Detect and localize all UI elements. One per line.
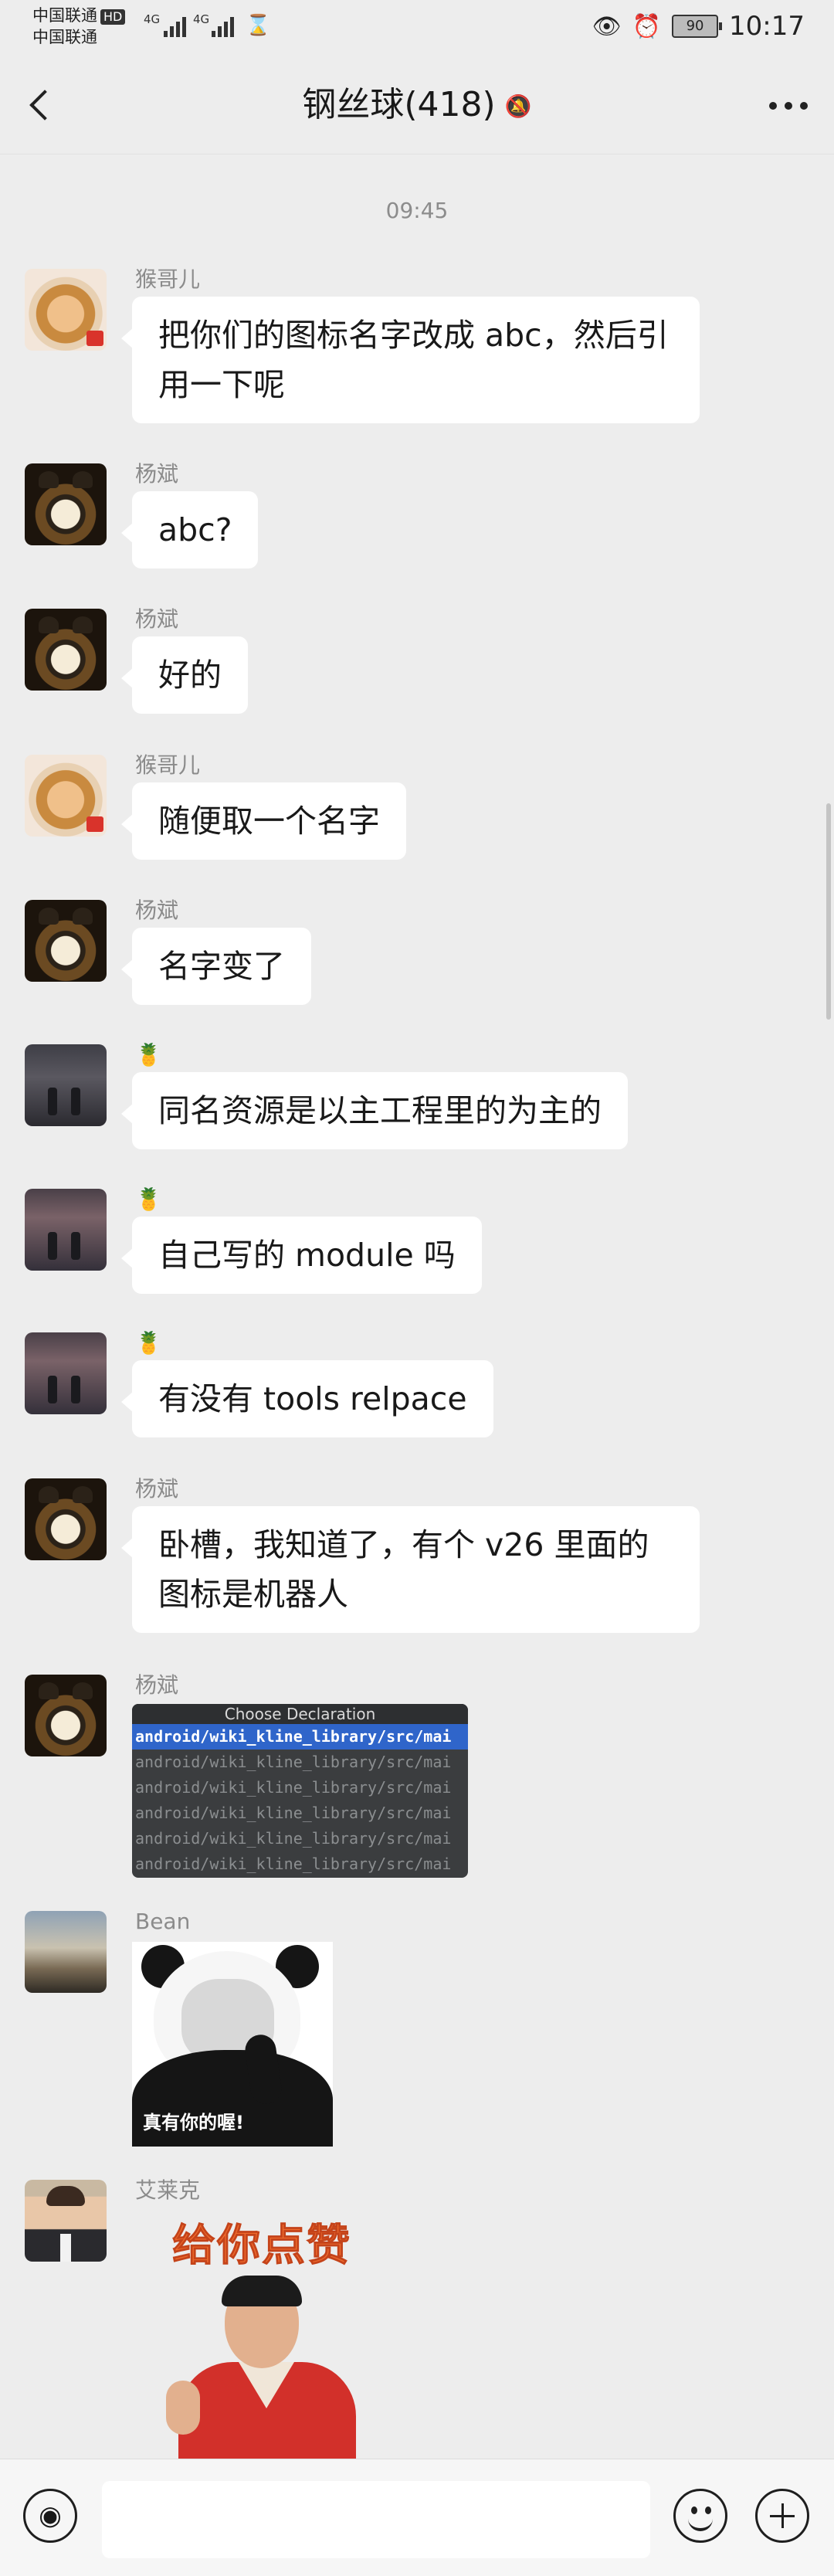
avatar[interactable]: [25, 269, 107, 351]
message-bubble[interactable]: 把你们的图标名字改成 abc，然后引用一下呢: [121, 297, 700, 423]
avatar[interactable]: [25, 1478, 107, 1560]
sender-name: 艾莱克: [135, 2177, 201, 2203]
sticker-caption: 真有你的喔!: [143, 2112, 244, 2133]
sender-name: 杨斌: [135, 606, 179, 632]
voice-icon[interactable]: ◉: [23, 2489, 77, 2543]
message-input[interactable]: [102, 2481, 650, 2558]
message-bubble[interactable]: 卧槽，我知道了，有个 v26 里面的图标是机器人: [121, 1506, 700, 1633]
alarm-icon: ⏰: [632, 12, 662, 40]
carrier-info: 中国联通 HD 中国联通: [32, 5, 126, 48]
signal-strength-icon: [164, 14, 192, 37]
carrier-name-2: 中国联通: [32, 28, 97, 46]
sender-name: 猴哥儿: [135, 266, 201, 292]
avatar[interactable]: [25, 1675, 107, 1756]
message-bubble[interactable]: abc?: [120, 491, 259, 568]
sticker-message[interactable]: 真有你的喔!: [132, 1942, 333, 2147]
message-bubble[interactable]: 随便取一个名字: [121, 782, 406, 860]
image-code-line: android/wiki_kline_library/src/mai: [135, 1829, 452, 1848]
sticker-caption: 给你点赞: [172, 2221, 351, 2272]
sender-name: 🍍: [135, 1330, 162, 1356]
image-title: Choose Declaration: [132, 1704, 468, 1724]
avatar[interactable]: [25, 1189, 107, 1271]
chat-header: 钢丝球(418) 🔕: [0, 57, 834, 154]
scrollbar[interactable]: [826, 803, 831, 1020]
message-bubble[interactable]: 自己写的 module 吗: [121, 1217, 482, 1294]
signal-strength-icon-2: [212, 14, 239, 37]
sender-name: 猴哥儿: [135, 752, 201, 778]
avatar[interactable]: [25, 2180, 107, 2262]
hourglass-icon: ⌛: [246, 14, 271, 37]
group-name: 钢丝球(418): [302, 85, 496, 124]
battery-indicator: 90: [672, 15, 723, 38]
avatar[interactable]: [25, 755, 107, 837]
sender-name: 杨斌: [135, 898, 179, 923]
more-horizontal-icon[interactable]: [769, 102, 808, 110]
image-code-line: android/wiki_kline_library/src/mai: [135, 1804, 452, 1822]
avatar[interactable]: [25, 1044, 107, 1126]
image-code-line: android/wiki_kline_library/src/mai: [135, 1855, 452, 1873]
sender-name: Bean: [135, 1909, 191, 1934]
image-code-line: android/wiki_kline_library/src/mai: [132, 1724, 468, 1750]
image-code-line: android/wiki_kline_library/src/mai: [135, 1778, 452, 1797]
eye-icon: 👁: [592, 12, 622, 40]
avatar[interactable]: [25, 1332, 107, 1414]
message-bubble[interactable]: 名字变了: [121, 928, 311, 1005]
avatar[interactable]: [25, 463, 107, 545]
sender-name: 🍍: [135, 1186, 162, 1212]
emoji-icon[interactable]: [673, 2489, 727, 2543]
avatar[interactable]: [25, 1911, 107, 1993]
status-bar: 中国联通 HD 中国联通 4G 4G ⌛ 👁 ⏰ 90 10:17: [0, 0, 834, 57]
thumbs-up-icon: [166, 2381, 200, 2435]
message-bubble[interactable]: 好的: [121, 636, 248, 714]
network-type-2: 4G: [193, 12, 210, 26]
plus-icon[interactable]: [755, 2489, 809, 2543]
network-type-1: 4G: [144, 12, 161, 26]
clock-time: 10:17: [729, 11, 805, 42]
chat-title: 钢丝球(418) 🔕: [0, 83, 834, 128]
avatar[interactable]: [25, 609, 107, 691]
message-bubble[interactable]: 同名资源是以主工程里的为主的: [121, 1072, 628, 1149]
message-timestamp: 09:45: [385, 198, 449, 223]
sender-name: 🍍: [135, 1042, 162, 1067]
avatar[interactable]: [25, 900, 107, 982]
hd-badge: HD: [100, 9, 126, 25]
sender-name: 杨斌: [135, 1672, 179, 1698]
message-bubble[interactable]: 有没有 tools relpace: [121, 1360, 493, 1437]
sticker-message[interactable]: 给你点赞: [132, 2211, 395, 2470]
input-bar: ◉: [0, 2459, 834, 2576]
image-message[interactable]: Choose Declaration android/wiki_kline_li…: [132, 1704, 468, 1878]
sender-name: 杨斌: [135, 1476, 179, 1502]
image-code-line: android/wiki_kline_library/src/mai: [135, 1753, 452, 1771]
sender-name: 杨斌: [135, 461, 179, 487]
bell-off-icon: 🔕: [504, 93, 532, 119]
carrier-name-1: 中国联通: [32, 6, 97, 25]
